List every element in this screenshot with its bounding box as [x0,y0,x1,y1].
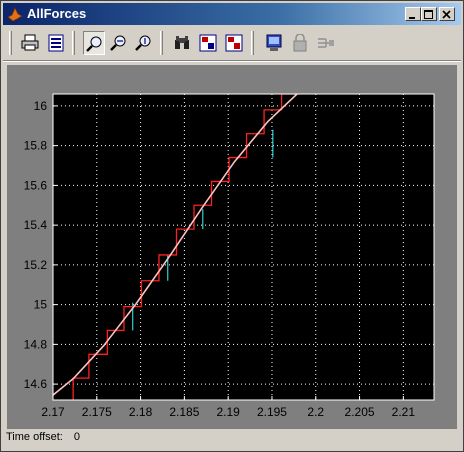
x-tick-label: 2.19 [216,405,240,419]
toolbar-grip [9,31,12,55]
time-offset-value: 0 [73,431,81,443]
x-tick-label: 2.21 [392,405,416,419]
close-icon [442,10,451,19]
toolbar [3,28,461,61]
window-title: AllForces [27,6,87,21]
y-tick-label: 15.8 [24,139,48,153]
toolbar-separator [251,31,254,55]
plot-background [53,94,434,400]
title-bar[interactable]: AllForces [3,3,461,25]
time-offset-label: Time offset: [6,431,63,443]
zoom-y-button[interactable] [133,31,155,55]
parameters-button[interactable] [45,31,67,55]
zoom-button[interactable] [83,31,105,55]
matlab-app-icon [7,7,23,22]
save-axes-button[interactable] [197,31,219,55]
scope-window: AllForces 2.17 2.175 2.18 2.185 2.19 2.1… [0,0,464,452]
x-tick-label: 2.18 [129,405,153,419]
zoom-icon [86,36,102,52]
restore-axes-button[interactable] [223,31,245,55]
y-tick-label: 15.6 [24,178,48,192]
plot-area[interactable]: 2.17 2.175 2.18 2.185 2.19 2.195 2.2 2.205 2.21 1… [7,65,457,429]
x-tick-label: 2.17 [41,405,65,419]
y-tick-label: 14.8 [24,337,48,351]
y-tick-label: 15 [34,298,48,312]
maximize-button[interactable] [421,7,437,21]
zoom-y-icon [135,35,151,51]
restore-axes-settings-icon [225,34,243,52]
autoscale-button[interactable] [171,31,193,55]
lock-axes-button[interactable] [289,31,311,55]
floating-scope-button[interactable] [263,31,285,55]
x-tick-label: 2.185 [169,405,199,419]
scope-chart[interactable]: 2.17 2.175 2.18 2.185 2.19 2.195 2.2 2.205 2.21 1… [7,65,457,429]
signal-selection-icon [318,38,334,48]
signal-selection-button[interactable] [315,31,337,55]
maximize-icon [424,10,433,19]
print-icon [21,34,39,51]
minimize-icon [409,17,415,19]
toolbar-separator [160,31,163,55]
y-tick-label: 14.6 [24,377,48,391]
x-tick-label: 2.205 [345,405,375,419]
x-tick-label: 2.175 [82,405,112,419]
y-tick-label: 15.4 [24,218,48,232]
parameters-icon [48,34,64,52]
close-button[interactable] [439,7,455,21]
y-tick-label: 16 [34,99,48,113]
y-tick-label: 15.2 [24,258,48,272]
zoom-x-icon [110,35,126,51]
x-tick-label: 2.2 [307,405,324,419]
lock-axes-icon [293,34,307,52]
print-button[interactable] [19,31,41,55]
minimize-button[interactable] [405,7,421,21]
floating-scope-icon [266,34,282,51]
toolbar-separator [72,31,75,55]
time-offset-status: Time offset: 0 [6,431,80,443]
save-axes-settings-icon [199,34,217,52]
x-tick-label: 2.195 [257,405,287,419]
zoom-x-button[interactable] [108,31,130,55]
autoscale-binoculars-icon [175,36,189,49]
